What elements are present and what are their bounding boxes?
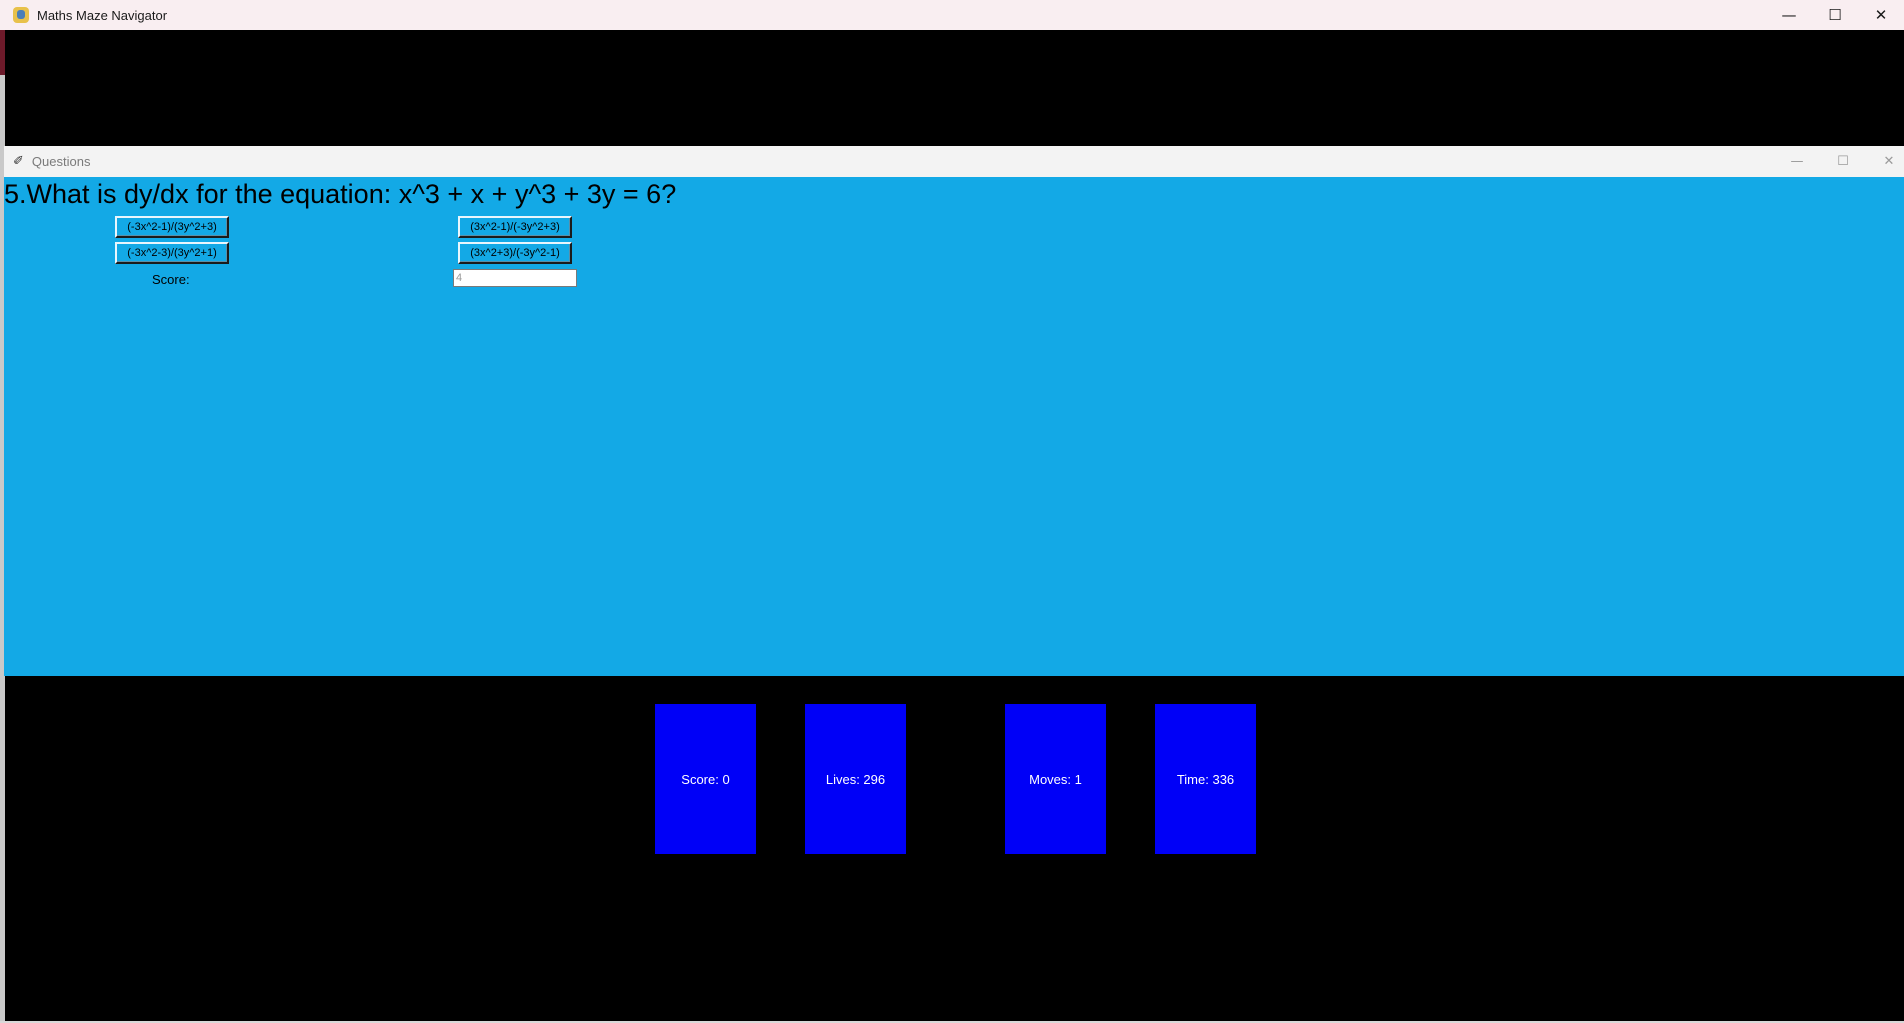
question-text: 5.What is dy/dx for the equation: x^3 + …: [4, 179, 677, 209]
minimize-button[interactable]: —: [1766, 0, 1812, 30]
feather-icon: ✐: [13, 154, 24, 169]
score-label: Score:: [152, 272, 190, 287]
python-app-icon: [13, 7, 29, 23]
answer-button-3[interactable]: (-3x^2-3)/(3y^2+1): [115, 242, 229, 264]
maximize-button[interactable]: ☐: [1812, 0, 1858, 30]
close-button[interactable]: ✕: [1858, 0, 1904, 30]
questions-titlebar[interactable]: ✐ Questions — ☐ ✕: [4, 146, 1904, 178]
questions-close-button[interactable]: ✕: [1866, 146, 1904, 177]
questions-body: 5.What is dy/dx for the equation: x^3 + …: [4, 177, 1904, 676]
questions-minimize-button[interactable]: —: [1774, 146, 1820, 177]
questions-window-controls: — ☐ ✕: [1774, 146, 1904, 177]
main-game-window: Maths Maze Navigator — ☐ ✕ ✐ Questions —…: [0, 0, 1904, 1023]
questions-window: ✐ Questions — ☐ ✕ 5.What is dy/dx for th…: [4, 146, 1904, 676]
main-titlebar[interactable]: Maths Maze Navigator — ☐ ✕: [0, 0, 1904, 30]
answer-button-1[interactable]: (-3x^2-1)/(3y^2+3): [115, 216, 229, 238]
lives-stat-box: Lives: 296: [805, 704, 906, 854]
questions-window-title: Questions: [31, 154, 91, 169]
answer-button-2[interactable]: (3x^2-1)/(-3y^2+3): [458, 216, 572, 238]
moves-stat-box: Moves: 1: [1005, 704, 1106, 854]
answer-button-4[interactable]: (3x^2+3)/(-3y^2-1): [458, 242, 572, 264]
time-stat-box: Time: 336: [1155, 704, 1256, 854]
score-stat-box: Score: 0: [655, 704, 756, 854]
main-window-title: Maths Maze Navigator: [37, 7, 168, 23]
main-window-controls: — ☐ ✕: [1766, 0, 1904, 30]
score-entry[interactable]: [453, 269, 577, 287]
left-window-edge-accent: [0, 30, 5, 75]
questions-maximize-button[interactable]: ☐: [1820, 146, 1866, 177]
